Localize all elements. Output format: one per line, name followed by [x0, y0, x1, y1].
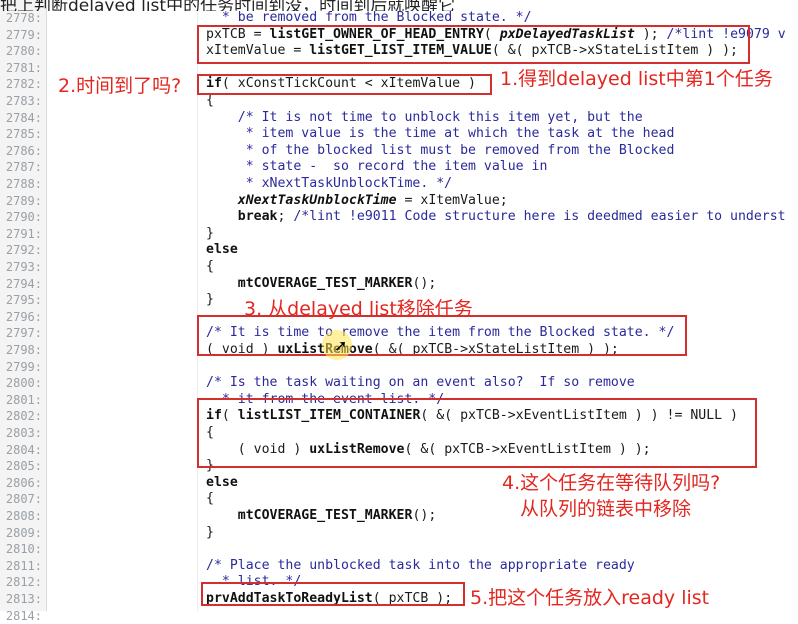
- line-number: 2790:: [5, 210, 42, 225]
- line-number: 2810:: [5, 542, 42, 557]
- line-number: 2811:: [5, 558, 42, 573]
- line-number: 2800:: [5, 376, 42, 391]
- code-line[interactable]: {: [206, 93, 214, 109]
- code-line[interactable]: }: [206, 525, 214, 541]
- line-number: 2808:: [5, 509, 42, 523]
- line-number: 2803:: [5, 426, 42, 440]
- line-number: 2796:: [5, 309, 42, 324]
- line-number: 2804:: [5, 442, 42, 457]
- mouse-pointer-icon: ➚: [334, 336, 348, 355]
- code-line[interactable]: }: [206, 292, 214, 308]
- line-number: 2794:: [5, 276, 42, 291]
- line-number: 2781:: [5, 60, 42, 75]
- line-number: 2779:: [5, 27, 42, 42]
- line-number: 2793:: [5, 260, 42, 274]
- line-number: 2805:: [5, 459, 42, 474]
- code-line[interactable]: * be removed from the Blocked state. */: [206, 10, 532, 26]
- code-line[interactable]: else: [206, 242, 238, 258]
- code-line[interactable]: mtCOVERAGE_TEST_MARKER();: [206, 276, 437, 292]
- annotation-step-1: 1.得到delayed list中第1个任务: [500, 68, 773, 90]
- code-line[interactable]: /* Place the unblocked task into the app…: [206, 558, 635, 574]
- code-line[interactable]: }: [206, 226, 214, 242]
- gutter-separator: [46, 0, 47, 611]
- highlight-box-add-ready: [201, 582, 465, 606]
- line-number: 2812:: [5, 575, 42, 590]
- line-number: 2783:: [5, 94, 42, 108]
- code-line[interactable]: else: [206, 475, 238, 491]
- line-number: 2797:: [5, 326, 42, 341]
- line-number: 2809:: [5, 525, 42, 540]
- line-number: 2791:: [5, 226, 42, 241]
- code-line[interactable]: xNextTaskUnblockTime = xItemValue;: [206, 193, 508, 209]
- code-line[interactable]: * item value is the time at which the ta…: [206, 126, 675, 142]
- line-number: 2789:: [5, 193, 42, 208]
- highlight-box-get-owner: [197, 25, 750, 64]
- line-number: 2786:: [5, 143, 42, 158]
- code-line[interactable]: * xNextTaskUnblockTime. */: [206, 176, 452, 192]
- line-number: 2782:: [5, 77, 42, 92]
- annotation-step-5: 5.把这个任务放入ready list: [470, 587, 710, 609]
- line-number: 2785:: [5, 127, 42, 142]
- code-line[interactable]: {: [206, 491, 214, 507]
- line-number: 2788:: [5, 177, 42, 191]
- line-number: 2778:: [5, 11, 42, 25]
- line-number: 2792:: [5, 243, 42, 258]
- annotation-step-3: 3. 从delayed list移除任务: [244, 298, 473, 320]
- highlight-box-event-list: [197, 398, 757, 468]
- line-number: 2814:: [5, 608, 42, 623]
- code-line[interactable]: * of the blocked list must be removed fr…: [206, 143, 675, 159]
- code-line[interactable]: * state - so record the item value in: [206, 159, 548, 175]
- code-line[interactable]: {: [206, 259, 214, 275]
- line-number: 2802:: [5, 409, 42, 424]
- line-number: 2787:: [5, 160, 42, 175]
- annotation-step-4-line1: 4.这个任务在等待队列吗?: [502, 472, 721, 494]
- line-number: 2807:: [5, 492, 42, 507]
- line-number: 2806:: [5, 475, 42, 490]
- line-number: 2801:: [5, 392, 42, 407]
- code-line[interactable]: break; /*lint !e9011 Code structure here…: [206, 209, 786, 225]
- line-number: 2795:: [5, 293, 42, 308]
- line-number: 2813:: [5, 592, 42, 606]
- line-number: 2798:: [5, 343, 42, 357]
- line-number: 2784:: [5, 110, 42, 125]
- code-line[interactable]: mtCOVERAGE_TEST_MARKER();: [206, 508, 437, 524]
- annotation-step-2: 2.时间到了吗?: [58, 75, 182, 97]
- code-line[interactable]: /* It is not time to unblock this item y…: [206, 110, 643, 126]
- annotation-step-4-line2: 从队列的链表中移除: [520, 498, 692, 520]
- code-line[interactable]: /* Is the task waiting on an event also?…: [206, 375, 635, 391]
- highlight-box-list-remove: [197, 315, 687, 356]
- highlight-box-if-time: [197, 74, 492, 95]
- line-number: 2780:: [5, 44, 42, 59]
- line-number: 2799:: [5, 359, 42, 374]
